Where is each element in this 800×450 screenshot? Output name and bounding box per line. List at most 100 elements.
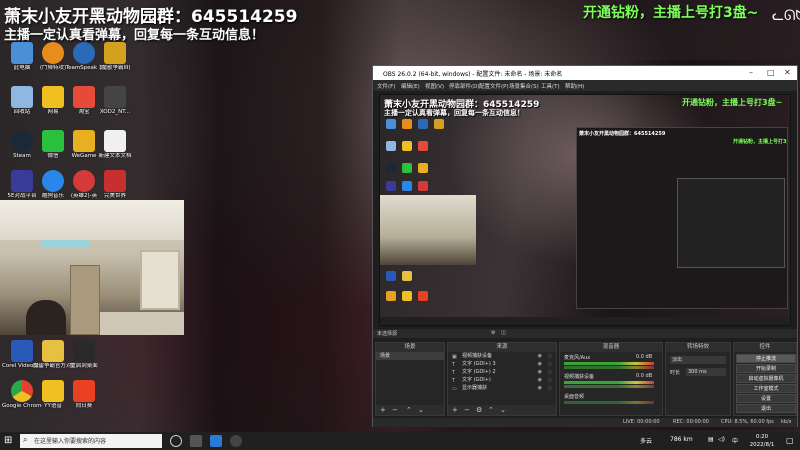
close-icon[interactable]: ✕ <box>784 68 791 77</box>
transition-type-select[interactable]: 淡出 <box>670 356 726 364</box>
exit-button[interactable]: 退出 <box>736 404 796 413</box>
source-settings-gear-icon[interactable]: ⚙ <box>476 406 482 414</box>
remove-scene-icon[interactable]: − <box>392 406 398 414</box>
lock-icon[interactable]: ◌ <box>548 368 552 376</box>
add-scene-icon[interactable]: + <box>380 406 386 414</box>
desktop-icon[interactable]: (魔獸爭霸III) <box>95 42 135 72</box>
sources-panel-footer: + − ⚙ ⌃ ⌄ <box>448 405 556 415</box>
windows-taskbar: ⊞ ⌕ 在这里输入你要搜索的内容 多云 786 km ▤ ◁) 中 0:20 2… <box>0 432 800 450</box>
kugou-icon <box>42 170 64 192</box>
preview-desktop-icon <box>386 163 396 173</box>
source-item[interactable]: T 文字 (GDI+) ◉ ◌ <box>448 376 556 384</box>
scenes-panel-footer: + − ⌃ ⌄ <box>376 405 444 415</box>
stop-streaming-button[interactable]: 停止推流 <box>736 354 796 363</box>
source-item[interactable]: ▭ 显示器捕获 ◉ ◌ <box>448 384 556 392</box>
desktop-icon[interactable]: XOD2_NT... <box>95 86 135 116</box>
minimize-icon[interactable]: – <box>749 68 753 77</box>
lock-icon[interactable]: ◌ <box>548 384 552 392</box>
visibility-eye-icon[interactable]: ◉ <box>538 384 542 392</box>
lock-icon[interactable]: ◌ <box>548 360 552 368</box>
visibility-eye-icon[interactable]: ◉ <box>538 352 542 360</box>
duration-input[interactable]: 300 ms <box>686 368 726 376</box>
tray-language[interactable]: 中 <box>732 436 738 445</box>
mic-volume-slider[interactable] <box>564 366 654 369</box>
properties-gear-icon[interactable]: ⚙ <box>491 330 495 336</box>
visibility-eye-icon[interactable]: ◉ <box>538 360 542 368</box>
menu-docks[interactable]: 停靠部件(D) <box>449 82 480 90</box>
cpu-status: CPU: 8.5%, 60.00 fps <box>721 419 774 425</box>
taskbar-clock[interactable]: 0:20 2022/8/1 <box>742 433 782 449</box>
clock-time: 0:20 <box>755 434 769 440</box>
lock-icon[interactable]: ◌ <box>548 376 552 384</box>
teamspeak-icon <box>73 42 95 64</box>
preview-desktop-icon <box>402 271 412 281</box>
obs-window[interactable]: OBS 26.0.2 (64-bit, windows) - 配置文件: 未命名… <box>372 65 798 427</box>
obs-titlebar[interactable]: OBS 26.0.2 (64-bit, windows) - 配置文件: 未命名… <box>373 66 797 80</box>
overwatch-icon <box>42 42 64 64</box>
studio-mode-button[interactable]: 工作室模式 <box>736 384 796 393</box>
menu-profile[interactable]: 配置文件(P) <box>479 82 509 90</box>
maximize-icon[interactable]: □ <box>767 68 775 77</box>
move-up-icon[interactable]: ⌃ <box>406 406 412 414</box>
duration-label: 时长 <box>670 370 681 376</box>
visibility-eye-icon[interactable]: ◉ <box>538 368 542 376</box>
tray-volume-icon[interactable]: ◁) <box>718 436 725 443</box>
overlay-right-text: 开通钻粉，主播上号打3盘~ <box>583 5 759 21</box>
filters-icon[interactable]: ◫ <box>501 330 506 336</box>
visibility-eye-icon[interactable]: ◉ <box>538 376 542 384</box>
virtual-camera-button[interactable]: 启动虚拟摄像机 <box>736 374 796 383</box>
no-source-label: 未选择源 <box>377 331 398 337</box>
menu-file[interactable]: 文件(F) <box>377 82 395 90</box>
sources-panel: 来源 ▣ 视频捕获设备 ◉ ◌ T 文字 (GDI+) 3 ◉ ◌ T 文字 (GDI+) 2… <box>447 342 557 416</box>
preview-desktop-icon <box>418 141 428 151</box>
mixer-channel-name: 桌面音频 <box>564 394 585 400</box>
overlay-subtitle: 主播一定认真看弹幕，回复每一条互动信息！ <box>4 28 265 43</box>
menu-edit[interactable]: 编辑(E) <box>401 82 420 90</box>
tray-network-icon[interactable]: ▤ <box>708 436 714 443</box>
start-recording-button[interactable]: 开始录制 <box>736 364 796 373</box>
remove-source-icon[interactable]: − <box>464 406 470 414</box>
desktop-audio-meter <box>564 401 654 404</box>
edge-icon[interactable] <box>210 435 222 447</box>
scene-item[interactable]: 场景 <box>376 352 444 360</box>
task-view-icon[interactable] <box>190 435 202 447</box>
nested-overlay-right: 开通钻粉，主播上号打3盘~ <box>733 139 787 145</box>
settings-button[interactable]: 设置 <box>736 394 796 403</box>
source-item[interactable]: T 文字 (GDI+) 2 ◉ ◌ <box>448 368 556 376</box>
desktop-icon[interactable]: 完美世界 <box>95 170 135 200</box>
source-item[interactable]: ▣ 视频捕获设备 ◉ ◌ <box>448 352 556 360</box>
windows-start-icon[interactable]: ⊞ <box>4 435 16 447</box>
warcraft-platform-icon <box>42 340 64 362</box>
text-document-icon <box>104 130 126 152</box>
tray-weather: 多云 <box>640 438 653 445</box>
bitrate-status: kb/s <box>781 419 792 425</box>
corel-videostudio-icon <box>11 340 33 362</box>
preview-desktop-icon <box>418 119 428 129</box>
menu-tools[interactable]: 工具(T) <box>541 82 560 90</box>
cortana-icon[interactable] <box>170 435 182 447</box>
move-up-icon[interactable]: ⌃ <box>488 406 494 414</box>
lock-icon[interactable]: ◌ <box>548 352 552 360</box>
obs-taskbar-icon[interactable] <box>230 435 242 447</box>
obs-preview[interactable]: 萧末小友开黑动物园群：645514259 主播一定认真看弹幕，回复每一条互动信息… <box>379 94 791 326</box>
source-item[interactable]: T 文字 (GDI+) 3 ◉ ◌ <box>448 360 556 368</box>
capture-volume-meter <box>564 381 654 384</box>
menu-scene-collection[interactable]: 场景集合(S) <box>509 82 539 90</box>
menu-view[interactable]: 视图(V) <box>425 82 444 90</box>
controls-panel-title: 控件 <box>734 343 796 352</box>
preview-desktop-icon <box>418 163 428 173</box>
taskbar-search-box[interactable]: ⌕ 在这里输入你要搜索的内容 <box>20 434 162 448</box>
notification-icon[interactable]: ▢ <box>786 436 794 445</box>
menu-help[interactable]: 帮助(H) <box>565 82 584 90</box>
desktop-icon[interactable]: 重启到桌面 <box>64 340 104 370</box>
capture-volume-slider[interactable] <box>564 385 654 388</box>
add-source-icon[interactable]: + <box>452 406 458 414</box>
desktop-icon[interactable]: 向日葵 <box>64 380 104 410</box>
move-down-icon[interactable]: ⌄ <box>500 406 506 414</box>
move-down-icon[interactable]: ⌄ <box>418 406 424 414</box>
mixer-channel-name: 麦克风/Aux <box>564 355 591 361</box>
webcam-ceiling-lamp <box>40 240 90 248</box>
preview-desktop-icon <box>386 291 396 301</box>
scenes-panel: 场景 场景 + − ⌃ ⌄ <box>375 342 445 416</box>
desktop-icon[interactable]: 新建文本文档 <box>95 130 135 160</box>
